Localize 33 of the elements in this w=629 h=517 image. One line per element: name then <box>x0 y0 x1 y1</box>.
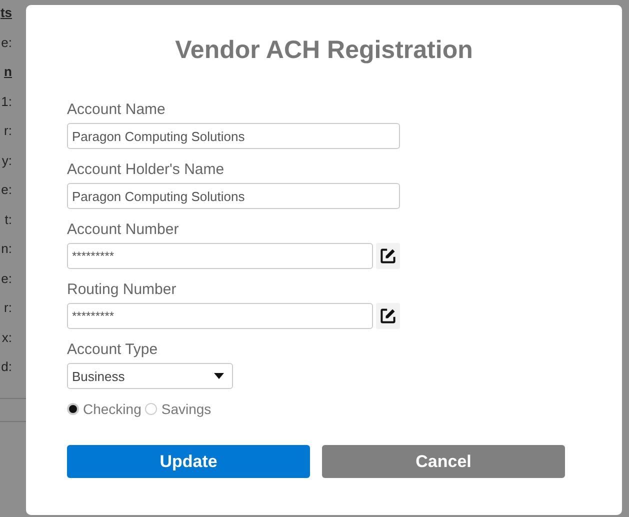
field-label: Account Type <box>67 341 159 359</box>
edit-icon <box>379 307 397 325</box>
dropdown[interactable]: Business <box>67 363 233 389</box>
input-field[interactable]: ********* <box>67 243 373 269</box>
background-label: t: <box>4 210 12 228</box>
background-label: ts <box>0 4 12 22</box>
background-label: e: <box>1 181 12 199</box>
input-field[interactable]: Paragon Computing Solutions <box>67 123 400 149</box>
field-label: Account Name <box>67 101 166 119</box>
background-label: r: <box>4 122 12 140</box>
background-label: e: <box>1 34 12 52</box>
cancel-button[interactable]: Cancel <box>322 445 565 478</box>
field-label: Account Number <box>67 221 180 239</box>
radio-option[interactable]: Checking <box>67 401 142 417</box>
input-field[interactable]: Paragon Computing Solutions <box>67 183 400 209</box>
update-button[interactable]: Update <box>67 445 310 478</box>
background-label: d: <box>1 358 12 376</box>
background-label: 1: <box>1 92 12 110</box>
background-label: x: <box>2 328 12 346</box>
edit-icon <box>379 247 397 265</box>
background-label: e: <box>1 270 12 288</box>
edit-button[interactable] <box>376 243 400 269</box>
background-label: r: <box>4 299 12 317</box>
edit-button[interactable] <box>376 303 400 329</box>
background-label: n <box>4 63 12 81</box>
background-label: n: <box>1 240 12 258</box>
field-label: Routing Number <box>67 281 178 299</box>
radio-option[interactable]: Savings <box>145 401 212 417</box>
field-label: Account Holder's Name <box>67 161 226 179</box>
dialog-title: Vendor ACH Registration <box>174 36 474 65</box>
input-field[interactable]: ********* <box>67 303 373 329</box>
background-label: y: <box>2 152 12 170</box>
caret-icon <box>214 373 224 379</box>
